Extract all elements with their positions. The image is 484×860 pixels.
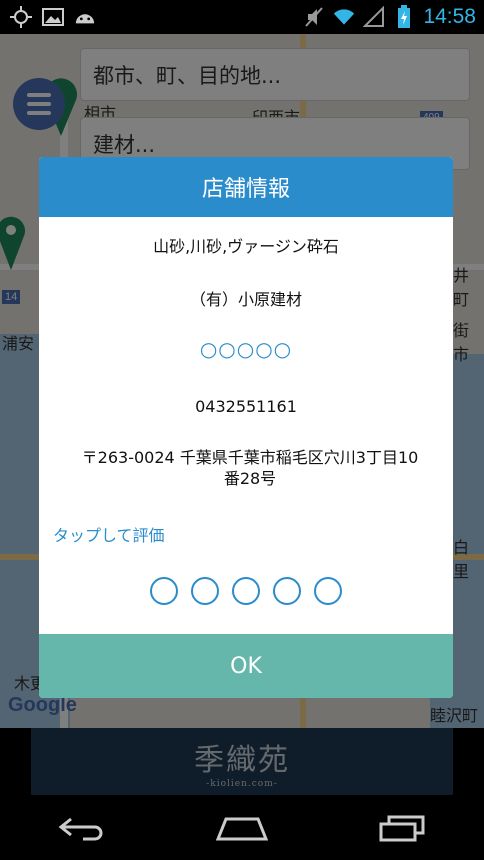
dialog-title: 店舗情報 [39, 157, 453, 217]
home-icon [215, 817, 268, 840]
recent-apps-icon [379, 815, 425, 841]
mute-icon [303, 6, 325, 28]
battery-icon [393, 5, 415, 28]
wifi-icon [333, 6, 355, 28]
clock: 14:58 [423, 5, 476, 28]
materials-text: 山砂,川砂,ヴァージン砕石 [153, 237, 339, 256]
back-icon [58, 817, 103, 840]
rating-star-5[interactable] [314, 577, 342, 605]
android-icon [74, 6, 96, 28]
rating-star-3[interactable] [232, 577, 260, 605]
address-text: 〒263-0024 千葉県千葉市稲毛区穴川3丁目10番28号 [81, 448, 419, 488]
store-info-dialog: 店舗情報 山砂,川砂,ヴァージン砕石 （有）小原建材 ○○○○○ 0432551… [39, 157, 453, 698]
home-button[interactable] [212, 808, 272, 848]
company-name: （有）小原建材 [189, 290, 302, 309]
navigation-bar [0, 795, 484, 860]
back-button[interactable] [51, 808, 111, 848]
rating-display: ○○○○○ [199, 337, 293, 361]
rating-input [39, 577, 453, 605]
signal-icon [363, 6, 385, 28]
rating-star-2[interactable] [191, 577, 219, 605]
tap-to-rate-link[interactable]: タップして評価 [53, 522, 165, 546]
phone-number[interactable]: 0432551161 [39, 397, 453, 416]
rating-star-4[interactable] [273, 577, 301, 605]
gps-icon [10, 6, 32, 28]
image-icon [42, 6, 64, 28]
status-bar: 14:58 [0, 0, 484, 34]
rating-star-1[interactable] [150, 577, 178, 605]
ok-button[interactable]: OK [39, 634, 453, 698]
recent-apps-button[interactable] [373, 808, 433, 848]
